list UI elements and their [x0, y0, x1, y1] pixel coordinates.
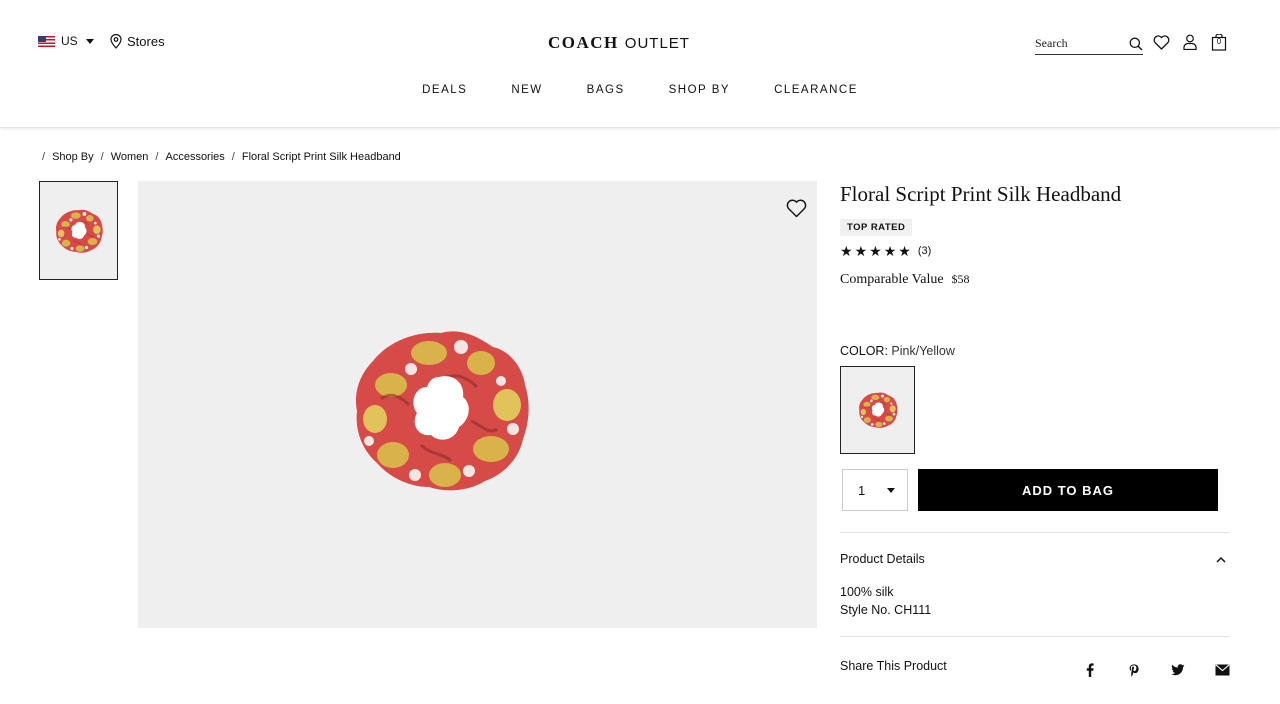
share-icons	[1068, 661, 1244, 679]
share-label: Share This Product	[840, 659, 947, 673]
product-details-toggle[interactable]: Product Details	[840, 552, 1226, 566]
wishlist-toggle[interactable]	[786, 199, 807, 223]
quantity-select[interactable]: 1	[842, 469, 908, 511]
account-button[interactable]	[1181, 33, 1199, 51]
nav-shop-by[interactable]: SHOP BY	[647, 84, 752, 96]
search-icon[interactable]	[1129, 37, 1143, 51]
breadcrumb-women[interactable]: Women	[111, 151, 149, 163]
product-details-title: Product Details	[840, 552, 925, 566]
logo-brand: COACH	[548, 33, 619, 52]
scrunchie-image	[354, 329, 531, 492]
pinterest-icon[interactable]	[1112, 661, 1156, 679]
locale-label: US	[61, 34, 78, 48]
quantity-value: 1	[858, 482, 866, 498]
heart-icon	[786, 199, 807, 218]
detail-material: 100% silk	[840, 585, 894, 599]
nav-new[interactable]: NEW	[489, 84, 564, 96]
chevron-up-icon	[1216, 556, 1226, 563]
star-icon: ★	[883, 243, 897, 259]
color-label: COLOR:	[840, 344, 888, 358]
chevron-down-icon	[85, 38, 94, 44]
location-pin-icon	[110, 34, 122, 49]
star-icon: ★	[869, 243, 882, 259]
chevron-down-icon	[887, 487, 895, 493]
search-placeholder: Search	[1035, 36, 1068, 50]
user-icon	[1183, 34, 1197, 50]
site-header: US Stores COACH OUTLET Search 0 DEALS NE…	[0, 0, 1280, 128]
top-rated-badge: TOP RATED	[840, 219, 913, 236]
product-details-body: 100% silk Style No. CH111	[840, 583, 931, 619]
thumbnail-image[interactable]	[39, 181, 118, 280]
heart-icon	[1153, 34, 1169, 50]
cart-count: 0	[1216, 37, 1222, 46]
price: Comparable Value $58	[840, 272, 1230, 288]
color-label-row: COLOR: Pink/Yellow	[840, 344, 955, 358]
star-icon: ★	[840, 243, 853, 259]
facebook-icon[interactable]	[1068, 661, 1112, 679]
search-input[interactable]: Search	[1035, 33, 1143, 55]
add-to-bag-button[interactable]: ADD TO BAG	[918, 469, 1218, 511]
color-name: Pink/Yellow	[891, 344, 955, 358]
email-icon[interactable]	[1200, 661, 1244, 679]
breadcrumb-shop-by[interactable]: Shop By	[52, 151, 94, 163]
star-icon: ★	[854, 243, 868, 259]
price-label: Comparable Value	[840, 272, 944, 287]
share-section: Share This Product	[840, 659, 1230, 677]
main-nav: DEALS NEW BAGS SHOP BY CLEARANCE	[0, 84, 1280, 96]
site-logo[interactable]: COACH OUTLET	[548, 33, 690, 53]
product-rating[interactable]: ★ ★ ★ ★ ★ (3)	[840, 244, 1230, 258]
divider	[840, 532, 1230, 533]
detail-style-no: Style No. CH111	[840, 603, 932, 617]
price-value: $58	[951, 272, 970, 286]
divider	[840, 636, 1230, 637]
product-info: Floral Script Print Silk Headband TOP RA…	[840, 181, 1230, 677]
scrunchie-swatch	[858, 392, 898, 429]
cart-button[interactable]: 0	[1210, 33, 1228, 51]
review-count[interactable]: (3)	[918, 245, 931, 257]
stores-label: Stores	[127, 34, 165, 49]
star-icon: ★	[898, 243, 911, 259]
nav-bags[interactable]: BAGS	[565, 84, 647, 96]
breadcrumb-accessories[interactable]: Accessories	[165, 151, 224, 163]
us-flag-icon	[38, 35, 55, 47]
breadcrumb-current: Floral Script Print Silk Headband	[241, 151, 401, 163]
logo-sub: OUTLET	[624, 35, 690, 52]
nav-clearance[interactable]: CLEARANCE	[752, 84, 880, 96]
product-title: Floral Script Print Silk Headband	[840, 182, 1122, 206]
wishlist-button[interactable]	[1152, 33, 1170, 51]
scrunchie-thumbnail	[55, 208, 103, 253]
breadcrumb: / Shop By / Women / Accessories / Floral…	[42, 151, 401, 163]
nav-deals[interactable]: DEALS	[400, 84, 489, 96]
twitter-icon[interactable]	[1156, 661, 1200, 679]
color-swatch-pink-yellow[interactable]	[840, 366, 915, 454]
product-main-image[interactable]	[138, 181, 817, 628]
stores-link[interactable]: Stores	[110, 34, 165, 49]
locale-selector[interactable]: US	[38, 34, 94, 48]
